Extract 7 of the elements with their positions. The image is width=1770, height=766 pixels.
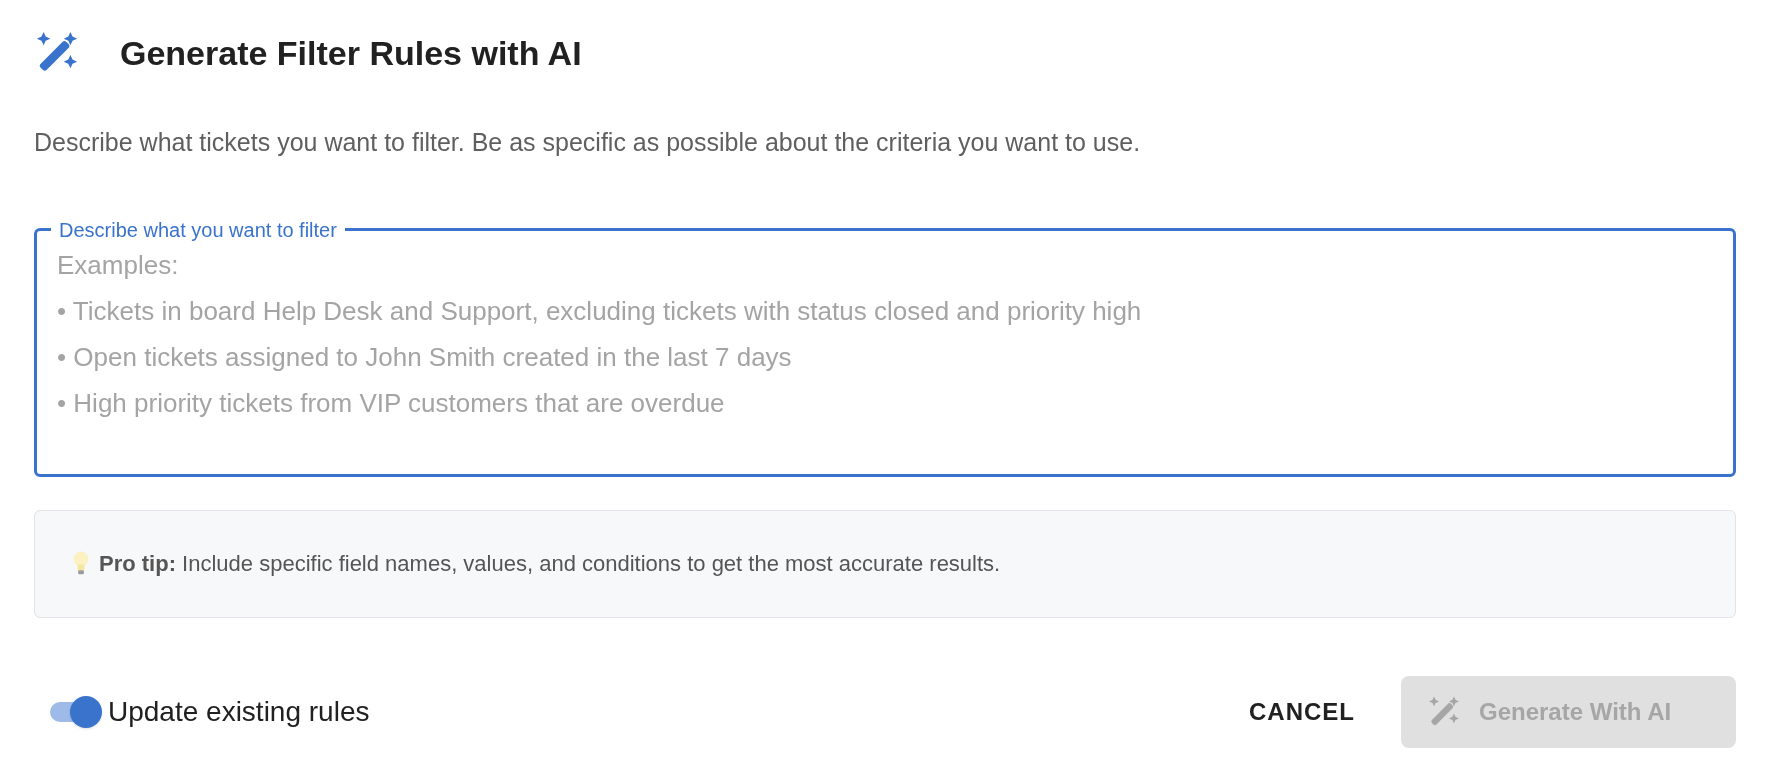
cancel-button[interactable]: CANCEL [1233,683,1371,740]
dialog-description: Describe what tickets you want to filter. Be as specific as possible about the criteria you want to use. [34,127,1142,158]
pro-tip-text: Pro tip: Include specific field names, values, and conditions to get the most accurate results. [99,550,1001,578]
toggle-label: Update existing rules [108,694,370,729]
dialog-title: Generate Filter Rules with AI [120,32,582,74]
lightbulb-icon [73,551,89,576]
field-label: Describe what you want to filter [58,217,338,242]
